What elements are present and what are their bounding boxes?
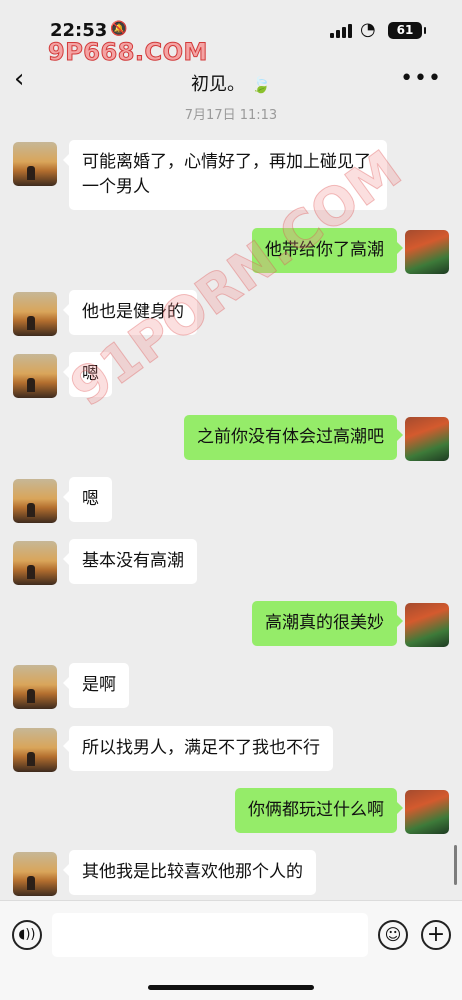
my-avatar[interactable] <box>405 417 449 461</box>
more-options-icon[interactable]: ••• <box>400 66 442 91</box>
message-bubble[interactable]: 高潮真的很美妙 <box>252 601 403 646</box>
message-bubble[interactable]: 你俩都玩过什么啊 <box>235 788 403 833</box>
message-input[interactable] <box>52 913 368 957</box>
home-indicator <box>148 985 314 990</box>
cellular-signal-icon <box>330 24 352 38</box>
contact-avatar[interactable] <box>13 354 57 398</box>
message-bubble[interactable]: 基本没有高潮 <box>63 539 197 584</box>
emoji-icon[interactable]: ☺ <box>378 920 408 950</box>
chat-title-wrap: 初见。 🍃 <box>0 70 462 96</box>
my-avatar[interactable] <box>405 603 449 647</box>
scroll-indicator[interactable] <box>454 845 457 885</box>
message-bubble[interactable]: 嗯 <box>63 352 112 397</box>
message-bubble[interactable]: 是啊 <box>63 663 129 708</box>
my-avatar[interactable] <box>405 790 449 834</box>
chat-header: ‹ 初见。 🍃 ••• <box>0 60 462 106</box>
contact-avatar[interactable] <box>13 479 57 523</box>
contact-avatar[interactable] <box>13 728 57 772</box>
contact-avatar[interactable] <box>13 541 57 585</box>
message-bubble[interactable]: 嗯 <box>63 477 112 522</box>
wifi-icon: ◔ <box>360 19 376 40</box>
message-bubble[interactable]: 之前你没有体会过高潮吧 <box>184 415 403 460</box>
message-bubble[interactable]: 他带给你了高潮 <box>252 228 403 273</box>
mute-bell-icon: 🔕 <box>110 21 128 37</box>
message-bubble[interactable]: 其他我是比较喜欢他那个人的 <box>63 850 316 895</box>
message-bubble[interactable]: 所以找男人，满足不了我也不行 <box>63 726 333 771</box>
contact-avatar[interactable] <box>13 292 57 336</box>
message-bubble[interactable]: 可能离婚了，心情好了，再加上碰见了一个男人 <box>63 140 387 210</box>
contact-avatar[interactable] <box>13 665 57 709</box>
contact-avatar[interactable] <box>13 142 57 186</box>
battery-icon: 61 <box>388 22 426 39</box>
message-timestamp: 7月17日 11:13 <box>184 108 278 123</box>
my-avatar[interactable] <box>405 230 449 274</box>
contact-avatar[interactable] <box>13 852 57 896</box>
plus-icon[interactable]: + <box>421 920 451 950</box>
message-bubble[interactable]: 他也是健身的 <box>63 290 197 335</box>
leaf-icon: 🍃 <box>251 75 271 94</box>
chat-title: 初见。 <box>191 74 246 95</box>
voice-input-icon[interactable]: ◖)) <box>12 920 42 950</box>
